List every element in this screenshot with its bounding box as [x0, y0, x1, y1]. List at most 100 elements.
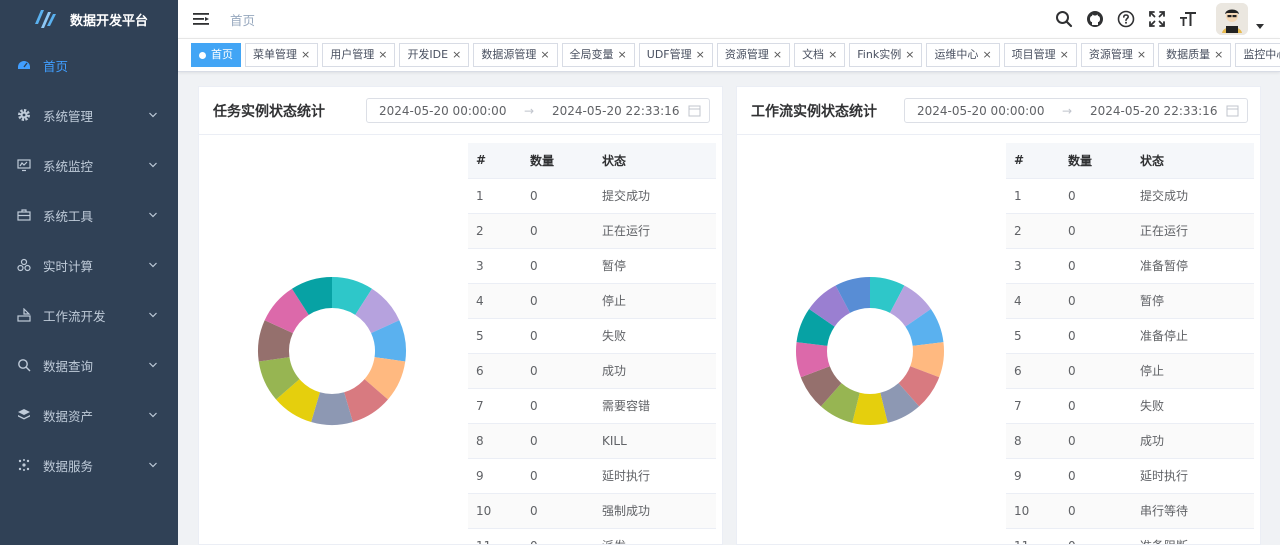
- row-count: 0: [1060, 528, 1132, 544]
- status-table: # 数量 状态 1 0 提交成功 2 0 正在运行 3 0 暂停 4 0 停止 5 0 失败 6 0 成功 7 0 需要容错 8…: [468, 143, 716, 544]
- logo-icon: [35, 10, 56, 28]
- hamburger-icon[interactable]: [192, 10, 210, 28]
- chevron-down-icon: [149, 112, 157, 118]
- table-row[interactable]: 3 0 准备暂停: [1006, 248, 1254, 284]
- table-row[interactable]: 7 0 失败: [1006, 388, 1254, 424]
- tag-5[interactable]: 全局变量 ×: [561, 43, 635, 67]
- table-row[interactable]: 110准备阻断: [1006, 528, 1254, 544]
- start-date-input[interactable]: 2024-05-20 00:00:00: [379, 104, 506, 118]
- tag-1[interactable]: 菜单管理 ×: [245, 43, 319, 67]
- tag-label: 运维中心: [934, 48, 979, 61]
- sidebar-item-4[interactable]: 实时计算: [0, 240, 178, 290]
- calendar-icon[interactable]: [1226, 104, 1239, 117]
- tag-9[interactable]: Fink实例 ×: [849, 43, 923, 67]
- row-count: 0: [522, 528, 594, 544]
- sidebar-item-6[interactable]: 数据查询: [0, 340, 178, 390]
- sidebar-item-8[interactable]: 数据服务: [0, 440, 178, 490]
- table-row[interactable]: 8 0 成功: [1006, 423, 1254, 459]
- search-icon[interactable]: [1055, 10, 1073, 28]
- help-icon[interactable]: [1117, 10, 1135, 28]
- sidebar-item-2[interactable]: 系统监控: [0, 140, 178, 190]
- tag-4[interactable]: 数据源管理 ×: [473, 43, 558, 67]
- table-row[interactable]: 4 0 暂停: [1006, 283, 1254, 319]
- table-row[interactable]: 10 0 强制成功: [468, 493, 716, 529]
- end-date-input[interactable]: 2024-05-20 22:33:16: [552, 104, 679, 118]
- sidebar-item-5[interactable]: 工作流开发: [0, 290, 178, 340]
- table-row[interactable]: 7 0 需要容错: [468, 388, 716, 424]
- end-date-input[interactable]: 2024-05-20 22:33:16: [1090, 104, 1217, 118]
- row-count: 0: [1060, 353, 1132, 389]
- date-range-picker[interactable]: 2024-05-20 00:00:00 → 2024-05-20 22:33:16: [904, 98, 1248, 123]
- tag-11[interactable]: 项目管理 ×: [1003, 43, 1077, 67]
- row-status: 延时执行: [594, 458, 716, 494]
- table-row[interactable]: 1 0 提交成功: [1006, 178, 1254, 214]
- close-icon[interactable]: ×: [618, 44, 627, 66]
- calendar-icon[interactable]: [688, 104, 701, 117]
- close-icon[interactable]: ×: [452, 44, 461, 66]
- tag-6[interactable]: UDF管理 ×: [638, 43, 713, 67]
- table-row[interactable]: 4 0 停止: [468, 283, 716, 319]
- table-row[interactable]: 2 0 正在运行: [468, 213, 716, 249]
- tag-0[interactable]: 首页: [191, 43, 241, 67]
- table-row[interactable]: 8 0 KILL: [468, 423, 716, 459]
- tags-list: 首页 菜单管理 × 用户管理 × 开发IDE × 数据源管理 × 全局变量 × UDF管理 × 资源管理 ×…: [178, 39, 1280, 71]
- table-row[interactable]: 10 0 串行等待: [1006, 493, 1254, 529]
- table-row[interactable]: 3 0 暂停: [468, 248, 716, 284]
- status-donut-chart: [258, 277, 406, 425]
- sidebar-item-1[interactable]: 系统管理: [0, 90, 178, 140]
- table-row[interactable]: 6 0 成功: [468, 353, 716, 389]
- table-row[interactable]: 1 0 提交成功: [468, 178, 716, 214]
- table-row[interactable]: 2 0 正在运行: [1006, 213, 1254, 249]
- sidebar-item-label: 系统工具: [43, 208, 94, 224]
- row-count: 0: [1060, 248, 1132, 284]
- row-status: 准备暂停: [1132, 248, 1254, 284]
- table-row[interactable]: 5 0 失败: [468, 318, 716, 354]
- close-icon[interactable]: ×: [1137, 44, 1146, 66]
- sidebar-item-label: 实时计算: [43, 258, 94, 274]
- close-icon[interactable]: ×: [1214, 44, 1223, 66]
- table-row[interactable]: 9 0 延时执行: [1006, 458, 1254, 494]
- caret-down-icon[interactable]: [1256, 22, 1264, 30]
- close-icon[interactable]: ×: [905, 44, 914, 66]
- tag-10[interactable]: 运维中心 ×: [926, 43, 1000, 67]
- workflow-icon: [17, 308, 31, 322]
- avatar[interactable]: [1216, 3, 1248, 35]
- close-icon[interactable]: ×: [773, 44, 782, 66]
- fullscreen-icon[interactable]: [1148, 10, 1166, 28]
- tag-12[interactable]: 资源管理 ×: [1080, 43, 1155, 67]
- close-icon[interactable]: ×: [540, 44, 549, 66]
- table-row[interactable]: 5 0 准备停止: [1006, 318, 1254, 354]
- close-icon[interactable]: ×: [301, 44, 310, 66]
- table-row[interactable]: 6 0 停止: [1006, 353, 1254, 389]
- close-icon[interactable]: ×: [1060, 44, 1069, 66]
- tag-14[interactable]: 监控中心×: [1235, 43, 1280, 67]
- row-index: 8: [1006, 423, 1060, 459]
- sidebar-item-0[interactable]: 首页: [0, 40, 178, 90]
- logo[interactable]: 数据开发平台: [0, 0, 178, 38]
- tag-7[interactable]: 资源管理 ×: [716, 43, 791, 67]
- tag-3[interactable]: 开发IDE ×: [399, 43, 470, 67]
- tag-label: 资源管理: [724, 48, 769, 61]
- table-row[interactable]: 9 0 延时执行: [468, 458, 716, 494]
- close-icon[interactable]: ×: [696, 44, 705, 66]
- tag-8[interactable]: 文档 ×: [794, 43, 846, 67]
- table-row[interactable]: 110派发: [468, 528, 716, 544]
- row-status: KILL: [594, 423, 716, 459]
- close-icon[interactable]: ×: [982, 44, 991, 66]
- tag-label: 首页: [211, 48, 233, 61]
- breadcrumb[interactable]: 首页: [230, 10, 255, 29]
- tag-label: 项目管理: [1011, 48, 1056, 61]
- close-icon[interactable]: ×: [828, 44, 837, 66]
- sidebar-item-7[interactable]: 数据资产: [0, 390, 178, 440]
- sidebar-item-3[interactable]: 系统工具: [0, 190, 178, 240]
- sidebar-item-label: 首页: [43, 58, 69, 74]
- font-size-icon[interactable]: [1179, 10, 1197, 28]
- row-index: 2: [1006, 213, 1060, 249]
- github-icon[interactable]: [1086, 10, 1104, 28]
- tag-label: Fink实例: [857, 48, 902, 61]
- date-range-picker[interactable]: 2024-05-20 00:00:00 → 2024-05-20 22:33:16: [366, 98, 710, 123]
- tag-13[interactable]: 数据质量 ×: [1158, 43, 1232, 67]
- close-icon[interactable]: ×: [378, 44, 387, 66]
- start-date-input[interactable]: 2024-05-20 00:00:00: [917, 104, 1044, 118]
- tag-2[interactable]: 用户管理 ×: [322, 43, 396, 67]
